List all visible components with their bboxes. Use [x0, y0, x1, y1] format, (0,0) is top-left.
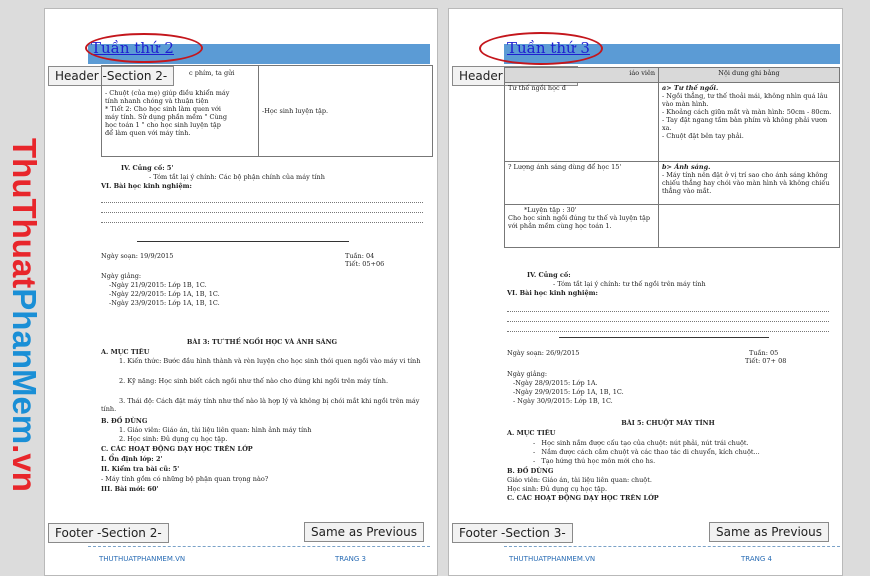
highlight-ellipse [479, 32, 603, 65]
muc-tieu: A. MỤC TIÊU [507, 429, 556, 437]
cung-co-title: IV. Củng cố: [527, 271, 571, 279]
bai-hoc-kinh-nghiem: VI. Bài học kinh nghiệm: [101, 182, 192, 190]
table-line: Cho học sinh ngồi đúng tư thế và luyện t… [508, 214, 651, 230]
document-page-4[interactable]: Tuần thứ 3 Header -Section 3- iáo viên N… [448, 8, 843, 576]
tuan-so: Tuần: 05 [749, 349, 779, 357]
table-line: *Luyện tập : 30' [524, 206, 577, 214]
footer-section-tag[interactable]: Footer -Section 3- [452, 523, 573, 543]
table-header-right: Nội dung ghi bảng [658, 67, 840, 83]
bai-hoc-kinh-nghiem: VI. Bài học kinh nghiệm: [507, 289, 598, 297]
lesson-title: BÀI 5: CHUỘT MÁY TÍNH [621, 419, 715, 427]
lesson-table: iáo viên Nội dung ghi bảng Tư thế ngồi h… [504, 67, 840, 248]
table-header-left: iáo viên [504, 67, 659, 83]
watermark-part3: .vn [12, 444, 43, 492]
ky-nang: 2. Kỹ năng: Học sinh biết cách ngồi như … [119, 377, 389, 385]
on-dinh: I. Ổn định lớp: 2' [101, 455, 163, 463]
ngay-soan: Ngày soạn: 26/9/2015 [507, 349, 580, 357]
dotted-line [507, 311, 829, 312]
ngay-item: -Ngày 21/9/2015: Lớp 1B, 1C. [109, 281, 207, 289]
kiem-tra: II. Kiểm tra bài cũ: 5' [101, 465, 180, 473]
watermark-part2: PhanMem [12, 288, 43, 444]
cung-co-text: - Tóm tắt lại ý chính: Các bộ phận chính… [149, 173, 325, 181]
cung-co-text: - Tóm tắt lại ý chính: tư thế ngồi trên … [553, 280, 706, 288]
table-cell: ? Lượng ánh sáng dùng để học 15' [504, 161, 659, 205]
table-line: - Tay đặt ngang tầm bàn phím và không ph… [662, 116, 828, 132]
table-line: - Khoảng cách giữa mắt và màn hình: 50cm… [662, 108, 832, 116]
dotted-line [101, 222, 423, 223]
tiet: Tiết: 05+06 [345, 260, 385, 268]
ngay-item: - Ngày 30/9/2015: Lớp 1B, 1C. [513, 397, 613, 405]
giao-vien: 1. Giáo viên: Giáo án, tài liệu liên qua… [119, 426, 312, 434]
thai-do: 3. Thái độ: Cách đặt máy tính như thế nà… [101, 397, 420, 413]
table-cell [658, 204, 840, 248]
kiem-tra-question: - Máy tính gồm có những bộ phận quan trọ… [101, 475, 269, 483]
footer-page-number: TRANG 4 [741, 555, 772, 563]
footer-divider [504, 546, 840, 547]
footer-section-tag[interactable]: Footer -Section 2- [48, 523, 169, 543]
ngay-item: -Ngày 22/9/2015: Lớp 1A, 1B, 1C. [109, 290, 220, 298]
tuan-so: Tuần: 04 [345, 252, 375, 260]
table-cell-left: c phím, ta gửi - Chuột (của mẹ) giúp điề… [101, 65, 259, 157]
same-as-previous-tag[interactable]: Same as Previous [709, 522, 829, 542]
muc-tieu-text: Nắm được cách cầm chuột và các thao tác … [541, 448, 760, 456]
ngay-giang: Ngày giảng: [507, 370, 548, 378]
cung-co-title: IV. Củng cố: 5' [121, 164, 174, 172]
table-cell-right: -Học sinh luyện tập. [258, 65, 433, 157]
table-line: - Ngồi thẳng, tư thế thoải mái, không nh… [662, 92, 828, 108]
table-line: - Chuột đặt bên tay phải. [662, 132, 744, 140]
tiet: Tiết: 07+ 08 [745, 357, 787, 365]
table-line: c phím, ta gửi [189, 69, 235, 77]
muc-tieu: A. MỤC TIÊU [101, 348, 150, 356]
table-line: * Tiết 2: Cho học sinh làm quen với [105, 105, 221, 113]
footer-divider [88, 546, 430, 547]
table-line: - Chuột (của mẹ) giúp điều khiển máy [105, 89, 230, 97]
dotted-line [507, 321, 829, 322]
footer-site: THUTHUATPHANMEM.VN [509, 555, 596, 563]
muc-tieu-text: Học sinh nắm được cấu tạo của chuột: nút… [541, 439, 749, 447]
table-cell: b> Ánh sáng. - Máy tính nên đặt ở vị trí… [658, 161, 840, 205]
table-line: - Máy tính nên đặt ở vị trí sao cho ánh … [662, 171, 830, 195]
kien-thuc: 1. Kiến thức: Bước đầu hình thành và rèn… [119, 357, 421, 365]
table-line: tính nhanh chóng và thuận tiện [105, 97, 209, 105]
dotted-line [101, 202, 423, 203]
hoc-sinh: 2. Học sinh: Đủ dụng cụ học tập. [119, 435, 228, 443]
table-cell: Tư thế ngồi học đ [504, 82, 659, 162]
watermark-part1: ThuThuat [12, 138, 43, 288]
same-as-previous-tag[interactable]: Same as Previous [304, 522, 424, 542]
lesson-table: c phím, ta gửi - Chuột (của mẹ) giúp điề… [101, 65, 433, 157]
separator-rule [559, 337, 769, 338]
lesson-title: BÀI 3: TƯ THẾ NGỒI HỌC VÀ ÁNH SÁNG [186, 338, 338, 346]
muc-tieu-item: - Nắm được cách cầm chuột và các thao tá… [533, 448, 760, 456]
muc-tieu-item: - Tạo hứng thú học môn mới cho hs. [533, 457, 656, 465]
separator-rule [137, 241, 349, 242]
table-line: máy tính. Sử dụng phần mềm " Cùng [105, 113, 227, 121]
giao-vien: Giáo viên: Giáo án, tài liệu liên quan: … [507, 476, 652, 484]
dotted-line [507, 331, 829, 332]
highlight-ellipse [85, 33, 203, 63]
muc-tieu-item: - Học sinh nắm được cấu tạo của chuột: n… [533, 439, 749, 447]
table-line: để làm quen với máy tính. [105, 129, 191, 137]
do-dung: B. ĐỒ DÙNG [101, 417, 148, 425]
table-line: học toán 1 " cho học sinh luyện tập [105, 121, 221, 129]
ngay-giang: Ngày giảng: [101, 272, 142, 280]
hoat-dong: C. CÁC HOẠT ĐỘNG DẠY HỌC TRÊN LỚP [101, 445, 253, 453]
muc-tieu-text: Tạo hứng thú học môn mới cho hs. [541, 457, 656, 465]
table-line: a> Tư thế ngồi. [662, 84, 719, 92]
ngay-item: -Ngày 23/9/2015: Lớp 1A, 1B, 1C. [109, 299, 220, 307]
table-cell: *Luyện tập : 30' Cho học sinh ngồi đúng … [504, 204, 659, 248]
footer-page-number: TRANG 3 [335, 555, 366, 563]
document-page-3[interactable]: Tuần thứ 2 Header -Section 2- c phím, ta… [44, 8, 438, 576]
ngay-item: -Ngày 29/9/2015: Lớp 1A, 1B, 1C. [513, 388, 624, 396]
ngay-soan: Ngày soạn: 19/9/2015 [101, 252, 174, 260]
table-cell: a> Tư thế ngồi. - Ngồi thẳng, tư thế tho… [658, 82, 840, 162]
hoat-dong: C. CÁC HOẠT ĐỘNG DẠY HỌC TRÊN LỚP [507, 494, 659, 502]
ngay-item: -Ngày 28/9/2015: Lớp 1A. [513, 379, 598, 387]
footer-site: THUTHUATPHANMEM.VN [99, 555, 186, 563]
bai-moi: III. Bài mới: 60' [101, 485, 159, 493]
svg-text:ThuThuatPhanMem.vn: ThuThuatPhanMem.vn [12, 138, 43, 492]
do-dung: B. ĐỒ DÙNG [507, 467, 554, 475]
table-line: b> Ánh sáng. [662, 163, 711, 171]
hoc-sinh: Học sinh: Đủ dụng cụ học tập. [507, 485, 608, 493]
dotted-line [101, 212, 423, 213]
